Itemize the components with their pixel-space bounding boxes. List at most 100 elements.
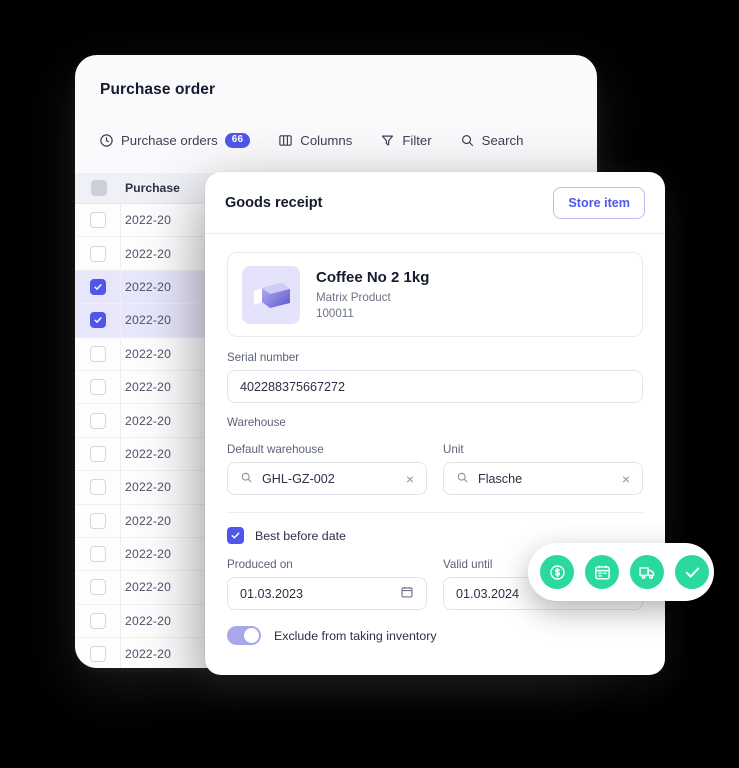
search-icon xyxy=(240,471,253,487)
clear-default-warehouse-icon[interactable]: × xyxy=(406,472,414,486)
row-purchase-value: 2022-20 xyxy=(125,580,172,595)
search-icon xyxy=(456,471,469,487)
columns-icon xyxy=(278,133,293,148)
row-purchase-value: 2022-20 xyxy=(125,279,172,294)
unit-input[interactable]: Flasche × xyxy=(443,462,643,495)
toolbar-item-filter[interactable]: Filter xyxy=(380,133,432,148)
product-box-icon xyxy=(242,265,300,324)
product-name: Coffee No 2 1kg xyxy=(316,269,430,286)
produced-on-value: 01.03.2023 xyxy=(240,586,304,601)
row-checkbox[interactable] xyxy=(89,278,106,295)
valid-until-value: 01.03.2024 xyxy=(456,586,520,601)
default-warehouse-label: Default warehouse xyxy=(227,443,324,456)
row-purchase-value: 2022-20 xyxy=(125,313,172,328)
row-purchase-value: 2022-20 xyxy=(125,647,172,662)
toolbar-item-columns[interactable]: Columns xyxy=(278,133,352,148)
produced-on-input[interactable]: 01.03.2023 xyxy=(227,577,427,610)
row-checkbox[interactable] xyxy=(89,412,106,429)
row-purchase-value: 2022-20 xyxy=(125,480,172,495)
row-checkbox[interactable] xyxy=(89,579,106,596)
row-checkbox[interactable] xyxy=(89,612,106,629)
row-checkbox-cell[interactable] xyxy=(75,278,120,295)
best-before-date-label: Best before date xyxy=(255,528,346,543)
purchase-orders-count-badge: 66 xyxy=(224,133,251,148)
toolbar-label: Search xyxy=(481,133,524,148)
row-purchase-value: 2022-20 xyxy=(125,547,172,562)
goods-receipt-header: Goods receipt Store item xyxy=(205,172,665,234)
row-checkbox-cell[interactable] xyxy=(75,312,120,329)
best-before-date-checkbox[interactable] xyxy=(227,527,244,544)
truck-icon[interactable] xyxy=(630,555,664,589)
toolbar-item-purchase-orders[interactable]: Purchase orders 66 xyxy=(99,133,251,148)
goods-receipt-title: Goods receipt xyxy=(225,194,323,211)
toolbar: Purchase orders 66 Columns Filter Search xyxy=(99,133,523,148)
store-item-button[interactable]: Store item xyxy=(553,186,645,219)
select-all-checkbox[interactable] xyxy=(90,180,107,196)
row-purchase-value: 2022-20 xyxy=(125,613,172,628)
row-checkbox-cell[interactable] xyxy=(75,245,120,262)
unit-value: Flasche xyxy=(478,471,523,486)
row-checkbox[interactable] xyxy=(89,345,106,362)
row-checkbox-cell[interactable] xyxy=(75,579,120,596)
row-checkbox-cell[interactable] xyxy=(75,412,120,429)
unit-label: Unit xyxy=(443,443,464,456)
warehouse-section-label: Warehouse xyxy=(227,416,286,429)
row-checkbox[interactable] xyxy=(89,546,106,563)
row-checkbox[interactable] xyxy=(89,245,106,262)
row-purchase-value: 2022-20 xyxy=(125,380,172,395)
form-divider xyxy=(227,512,643,513)
clock-icon xyxy=(99,133,114,148)
row-checkbox-cell[interactable] xyxy=(75,546,120,563)
toolbar-label: Columns xyxy=(300,133,353,148)
row-checkbox[interactable] xyxy=(89,212,106,229)
row-purchase-value: 2022-20 xyxy=(125,246,172,261)
row-purchase-value: 2022-20 xyxy=(125,413,172,428)
serial-number-label: Serial number xyxy=(227,351,300,364)
row-checkbox[interactable] xyxy=(89,379,106,396)
filter-icon xyxy=(380,133,395,148)
serial-number-input[interactable]: 402288375667272 xyxy=(227,370,643,403)
row-checkbox-cell[interactable] xyxy=(75,379,120,396)
row-checkbox-cell[interactable] xyxy=(75,479,120,496)
exclude-inventory-row[interactable]: Exclude from taking inventory xyxy=(227,626,643,645)
row-checkbox-cell[interactable] xyxy=(75,345,120,362)
page-title: Purchase order xyxy=(100,81,216,98)
row-checkbox-cell[interactable] xyxy=(75,646,120,663)
default-warehouse-input[interactable]: GHL-GZ-002 × xyxy=(227,462,427,495)
row-checkbox[interactable] xyxy=(89,479,106,496)
exclude-inventory-label: Exclude from taking inventory xyxy=(274,628,437,643)
row-checkbox[interactable] xyxy=(89,312,106,329)
column-header-purchase: Purchase xyxy=(125,181,180,195)
select-all-checkbox-cell[interactable] xyxy=(75,180,120,196)
search-icon xyxy=(460,133,475,148)
clear-unit-icon[interactable]: × xyxy=(622,472,630,486)
product-info: Coffee No 2 1kg Matrix Product 100011 xyxy=(316,269,429,320)
quick-actions-pill xyxy=(528,543,714,601)
calendar-icon[interactable] xyxy=(400,585,414,602)
check-icon[interactable] xyxy=(675,555,709,589)
product-sku: 100011 xyxy=(316,307,354,320)
row-checkbox[interactable] xyxy=(89,512,106,529)
row-purchase-value: 2022-20 xyxy=(125,213,172,228)
produced-on-label: Produced on xyxy=(227,558,293,571)
row-checkbox-cell[interactable] xyxy=(75,512,120,529)
calendar-icon[interactable] xyxy=(585,555,619,589)
table-column-divider xyxy=(120,173,121,668)
row-checkbox[interactable] xyxy=(89,445,106,462)
default-warehouse-value: GHL-GZ-002 xyxy=(262,471,335,486)
row-purchase-value: 2022-20 xyxy=(125,446,172,461)
toolbar-label: Filter xyxy=(402,133,432,148)
toolbar-item-search[interactable]: Search xyxy=(460,133,524,148)
row-purchase-value: 2022-20 xyxy=(125,346,172,361)
row-checkbox-cell[interactable] xyxy=(75,612,120,629)
row-checkbox-cell[interactable] xyxy=(75,212,120,229)
product-type: Matrix Product xyxy=(316,291,391,304)
exclude-inventory-toggle[interactable] xyxy=(227,626,261,645)
best-before-date-row[interactable]: Best before date xyxy=(227,527,643,544)
product-tile[interactable]: Coffee No 2 1kg Matrix Product 100011 xyxy=(227,252,643,337)
row-checkbox[interactable] xyxy=(89,646,106,663)
dollar-circle-icon[interactable] xyxy=(540,555,574,589)
row-checkbox-cell[interactable] xyxy=(75,445,120,462)
row-purchase-value: 2022-20 xyxy=(125,513,172,528)
toolbar-label: Purchase orders xyxy=(121,133,218,148)
